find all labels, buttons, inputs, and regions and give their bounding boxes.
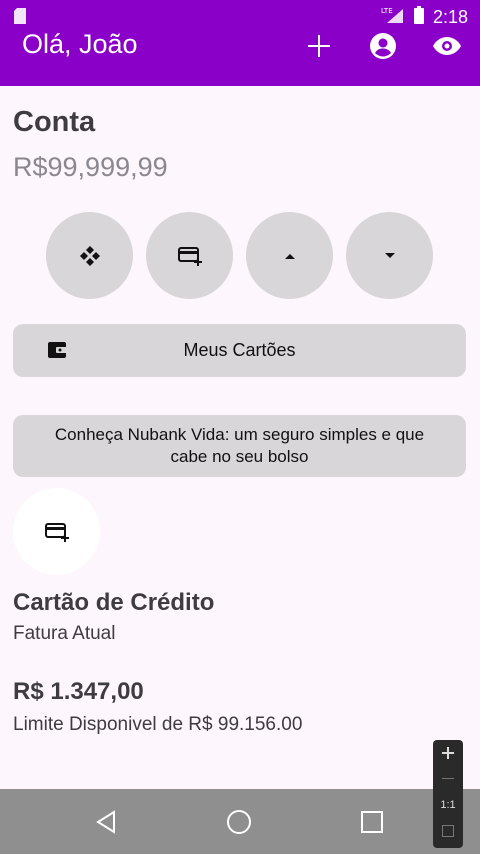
status-bar: LTE 2:18 (0, 0, 480, 32)
invoice-amount: R$ 1.347,00 (13, 678, 144, 705)
account-balance: R$99,999,99 (13, 152, 168, 182)
card-add-icon (177, 246, 202, 266)
back-button[interactable] (91, 807, 121, 837)
pix-icon (79, 245, 100, 266)
my-cards-button[interactable]: Meus Cartões (13, 324, 466, 377)
zoom-controls: 1:1 (433, 740, 463, 848)
zoom-fit-button[interactable] (433, 818, 463, 844)
arrow-down-icon (384, 252, 395, 258)
zoom-out-button[interactable] (433, 766, 463, 792)
plus-icon (442, 747, 454, 759)
add-card-action-button[interactable] (146, 212, 233, 299)
recents-square-icon (361, 811, 383, 833)
app-bar: Olá, João (0, 29, 480, 86)
arrow-up-icon (284, 253, 295, 259)
nubank-vida-promo-button[interactable]: Conheça Nubank Vida: um seguro simples e… (13, 415, 466, 477)
lte-signal-icon: LTE (381, 6, 405, 29)
add-icon (308, 35, 330, 57)
transfer-down-button[interactable] (346, 212, 433, 299)
home-button[interactable] (224, 807, 254, 837)
greeting-title: Olá, João (22, 29, 138, 59)
main-content: Conta R$99,999,99 Meus Cartões Conheça N… (0, 86, 480, 789)
minus-icon (442, 778, 454, 779)
sim-card-icon (14, 8, 26, 29)
credit-card-title: Cartão de Crédito (13, 589, 215, 616)
back-triangle-icon (96, 810, 115, 834)
recents-button[interactable] (357, 807, 387, 837)
profile-button[interactable] (365, 32, 401, 60)
fit-screen-icon (442, 825, 454, 837)
zoom-reset-button[interactable]: 1:1 (433, 792, 463, 818)
home-circle-icon (227, 810, 251, 834)
pix-button[interactable] (46, 212, 133, 299)
card-add-icon (44, 522, 69, 542)
account-circle-icon (370, 33, 396, 59)
status-time: 2:18 (432, 7, 468, 27)
eye-icon (433, 37, 461, 55)
zoom-in-button[interactable] (433, 740, 463, 766)
svg-text:LTE: LTE (381, 7, 393, 15)
toggle-visibility-button[interactable] (429, 32, 465, 60)
my-cards-label: Meus Cartões (183, 340, 296, 360)
add-button[interactable] (301, 32, 337, 60)
account-heading: Conta (13, 106, 96, 138)
available-limit: Limite Disponivel de R$ 99.156.00 (13, 714, 303, 735)
add-credit-card-button[interactable] (13, 488, 100, 575)
transfer-up-button[interactable] (246, 212, 333, 299)
current-invoice-label: Fatura Atual (13, 623, 116, 644)
battery-icon (413, 6, 425, 29)
system-nav-bar (0, 789, 480, 854)
